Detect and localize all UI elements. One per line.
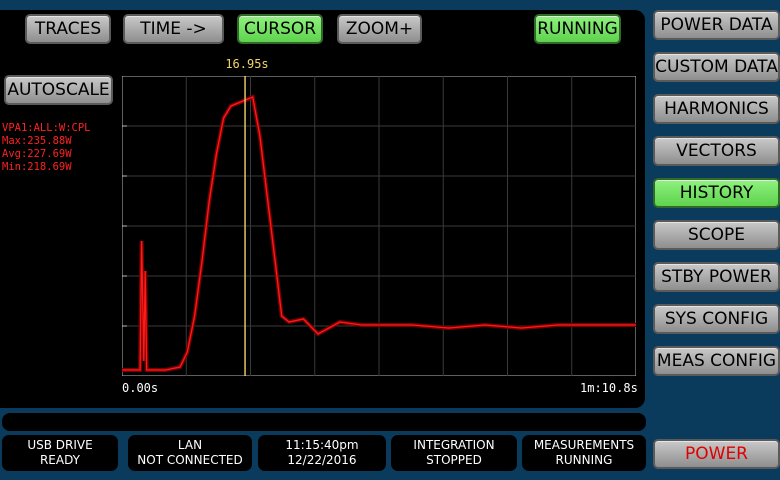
autoscale-button[interactable]: AUTOSCALE [4,75,113,105]
sidebar-item-meas-config[interactable]: MEAS CONFIG [653,346,780,376]
x-axis-start-label: 0.00s [122,381,159,395]
trace-max: Max:235.88W [2,135,72,147]
sidebar-item-sys-config[interactable]: SYS CONFIG [653,304,780,334]
x-axis-end-label: 1m:10.8s [580,381,638,395]
status-lan-title: LAN [177,438,203,452]
cursor-time-label: 16.95s [225,57,269,71]
sidebar-item-history[interactable]: HISTORY [653,178,780,208]
status-integration: INTEGRATION STOPPED [391,435,517,471]
sidebar-item-custom-data[interactable]: CUSTOM DATA [653,52,780,82]
time-scroll-track[interactable] [2,413,646,431]
trace-avg: Avg:227.69W [2,148,72,160]
zoom-button[interactable]: ZOOM+ [337,14,422,44]
history-plot[interactable] [122,76,636,376]
trace-info: VPA1:ALL:W:CPL Max:235.88W Avg:227.69W M… [2,122,91,174]
status-time: 11:15:40pm [285,438,359,452]
status-usb-value: READY [39,453,81,467]
running-button[interactable]: RUNNING [534,14,621,44]
status-usb: USB DRIVE READY [2,435,118,471]
status-measurements-title: MEASUREMENTS [533,438,635,452]
status-datetime: 11:15:40pm 12/22/2016 [258,435,386,471]
status-date: 12/22/2016 [287,453,357,467]
cursor-button[interactable]: CURSOR [237,14,323,44]
status-lan-value: NOT CONNECTED [137,453,243,467]
sidebar-item-scope[interactable]: SCOPE [653,220,780,250]
trace-name: VPA1:ALL:W:CPL [2,122,91,134]
status-integration-value: STOPPED [426,453,482,467]
sidebar-item-stby-power[interactable]: STBY POWER [653,262,780,292]
status-integration-title: INTEGRATION [413,438,495,452]
trace-min: Min:218.69W [2,161,72,173]
sidebar-item-harmonics[interactable]: HARMONICS [653,94,780,124]
status-measurements-value: RUNNING [555,453,613,467]
power-button[interactable]: POWER [653,439,780,469]
status-measurements: MEASUREMENTS RUNNING [522,435,646,471]
traces-button[interactable]: TRACES [25,14,111,44]
status-usb-title: USB DRIVE [27,438,93,452]
time-button[interactable]: TIME -> [123,14,224,44]
sidebar-item-power-data[interactable]: POWER DATA [653,10,780,40]
status-lan: LAN NOT CONNECTED [128,435,252,471]
sidebar-item-vectors[interactable]: VECTORS [653,136,780,166]
